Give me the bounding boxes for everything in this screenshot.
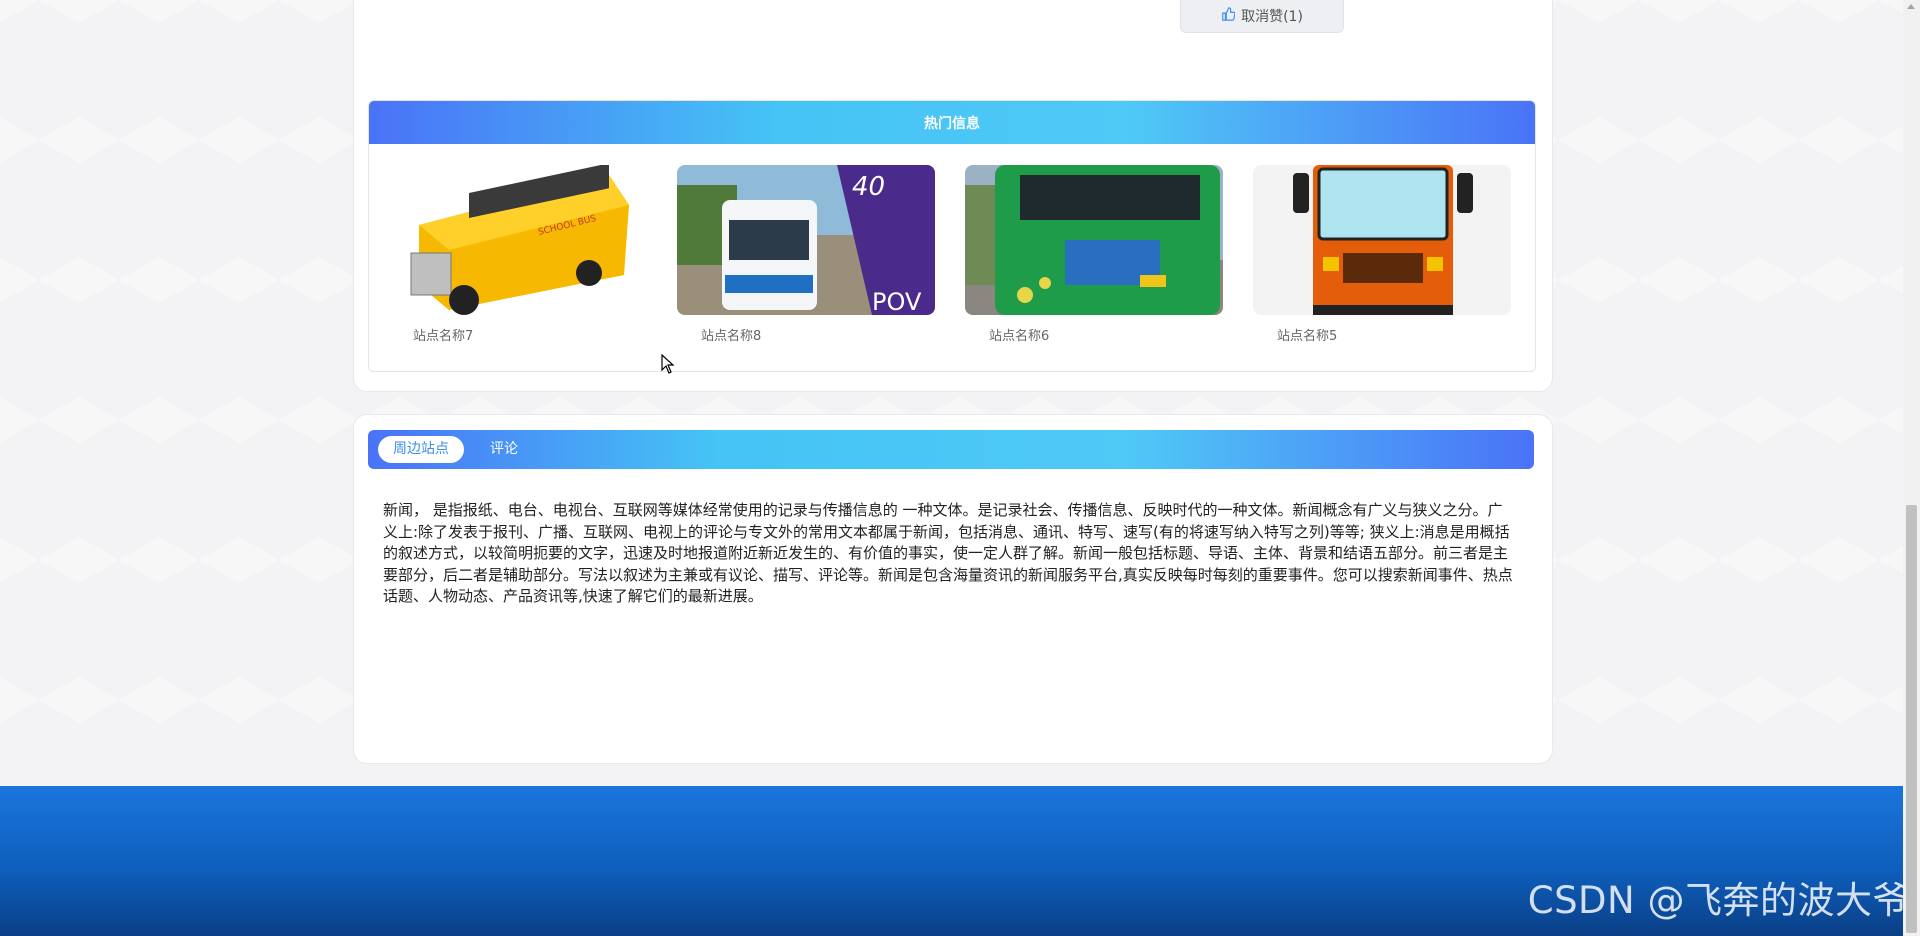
- hot-item[interactable]: 40 POV 站点名称8: [677, 165, 935, 344]
- hot-item[interactable]: SCHOOL BUS 站点名称7: [389, 165, 647, 344]
- hot-item-caption: 站点名称5: [1277, 329, 1338, 344]
- mouse-cursor-icon: [661, 354, 675, 374]
- description-text: 新闻， 是指报纸、电台、电视台、互联网等媒体经常使用的记录与传播信息的 一种文体…: [383, 501, 1513, 605]
- hot-item-caption: 站点名称8: [701, 329, 762, 344]
- scrollbar-thumb[interactable]: [1906, 505, 1917, 933]
- unlike-button[interactable]: 取消赞(1): [1180, 0, 1344, 33]
- hot-info-panel: 热门信息 SCHOOL BUS 站点名称7 40 POV 站点名称8 站点名称6…: [368, 100, 1536, 372]
- green-bus-image: [965, 165, 1223, 315]
- tab-bar: 周边站点 评论: [368, 430, 1534, 469]
- svg-text:POV: POV: [872, 288, 922, 315]
- orange-bus-illustration-image: [1253, 165, 1511, 315]
- city-bus-image: 40 POV: [677, 165, 935, 315]
- hot-item[interactable]: 站点名称5: [1253, 165, 1511, 344]
- watermark: CSDN @飞奔的波大爷: [1527, 879, 1910, 922]
- unlike-button-label: 取消赞(1): [1241, 9, 1303, 25]
- tab-nearby-stations[interactable]: 周边站点: [378, 436, 464, 463]
- hot-item-caption: 站点名称7: [413, 329, 474, 344]
- tab-comments[interactable]: 评论: [490, 436, 518, 463]
- yellow-school-bus-image: SCHOOL BUS: [389, 165, 647, 315]
- hot-item[interactable]: 站点名称6: [965, 165, 1223, 344]
- vertical-scrollbar[interactable]: [1903, 0, 1920, 936]
- thumbs-up-icon: [1221, 7, 1236, 25]
- footer: CSDN @飞奔的波大爷: [0, 786, 1920, 936]
- svg-text:40: 40: [852, 172, 885, 202]
- scroll-up-arrow-icon[interactable]: [1907, 4, 1915, 9]
- hot-info-header: 热门信息: [369, 101, 1535, 144]
- hot-info-title: 热门信息: [924, 115, 980, 132]
- hot-item-caption: 站点名称6: [989, 329, 1050, 344]
